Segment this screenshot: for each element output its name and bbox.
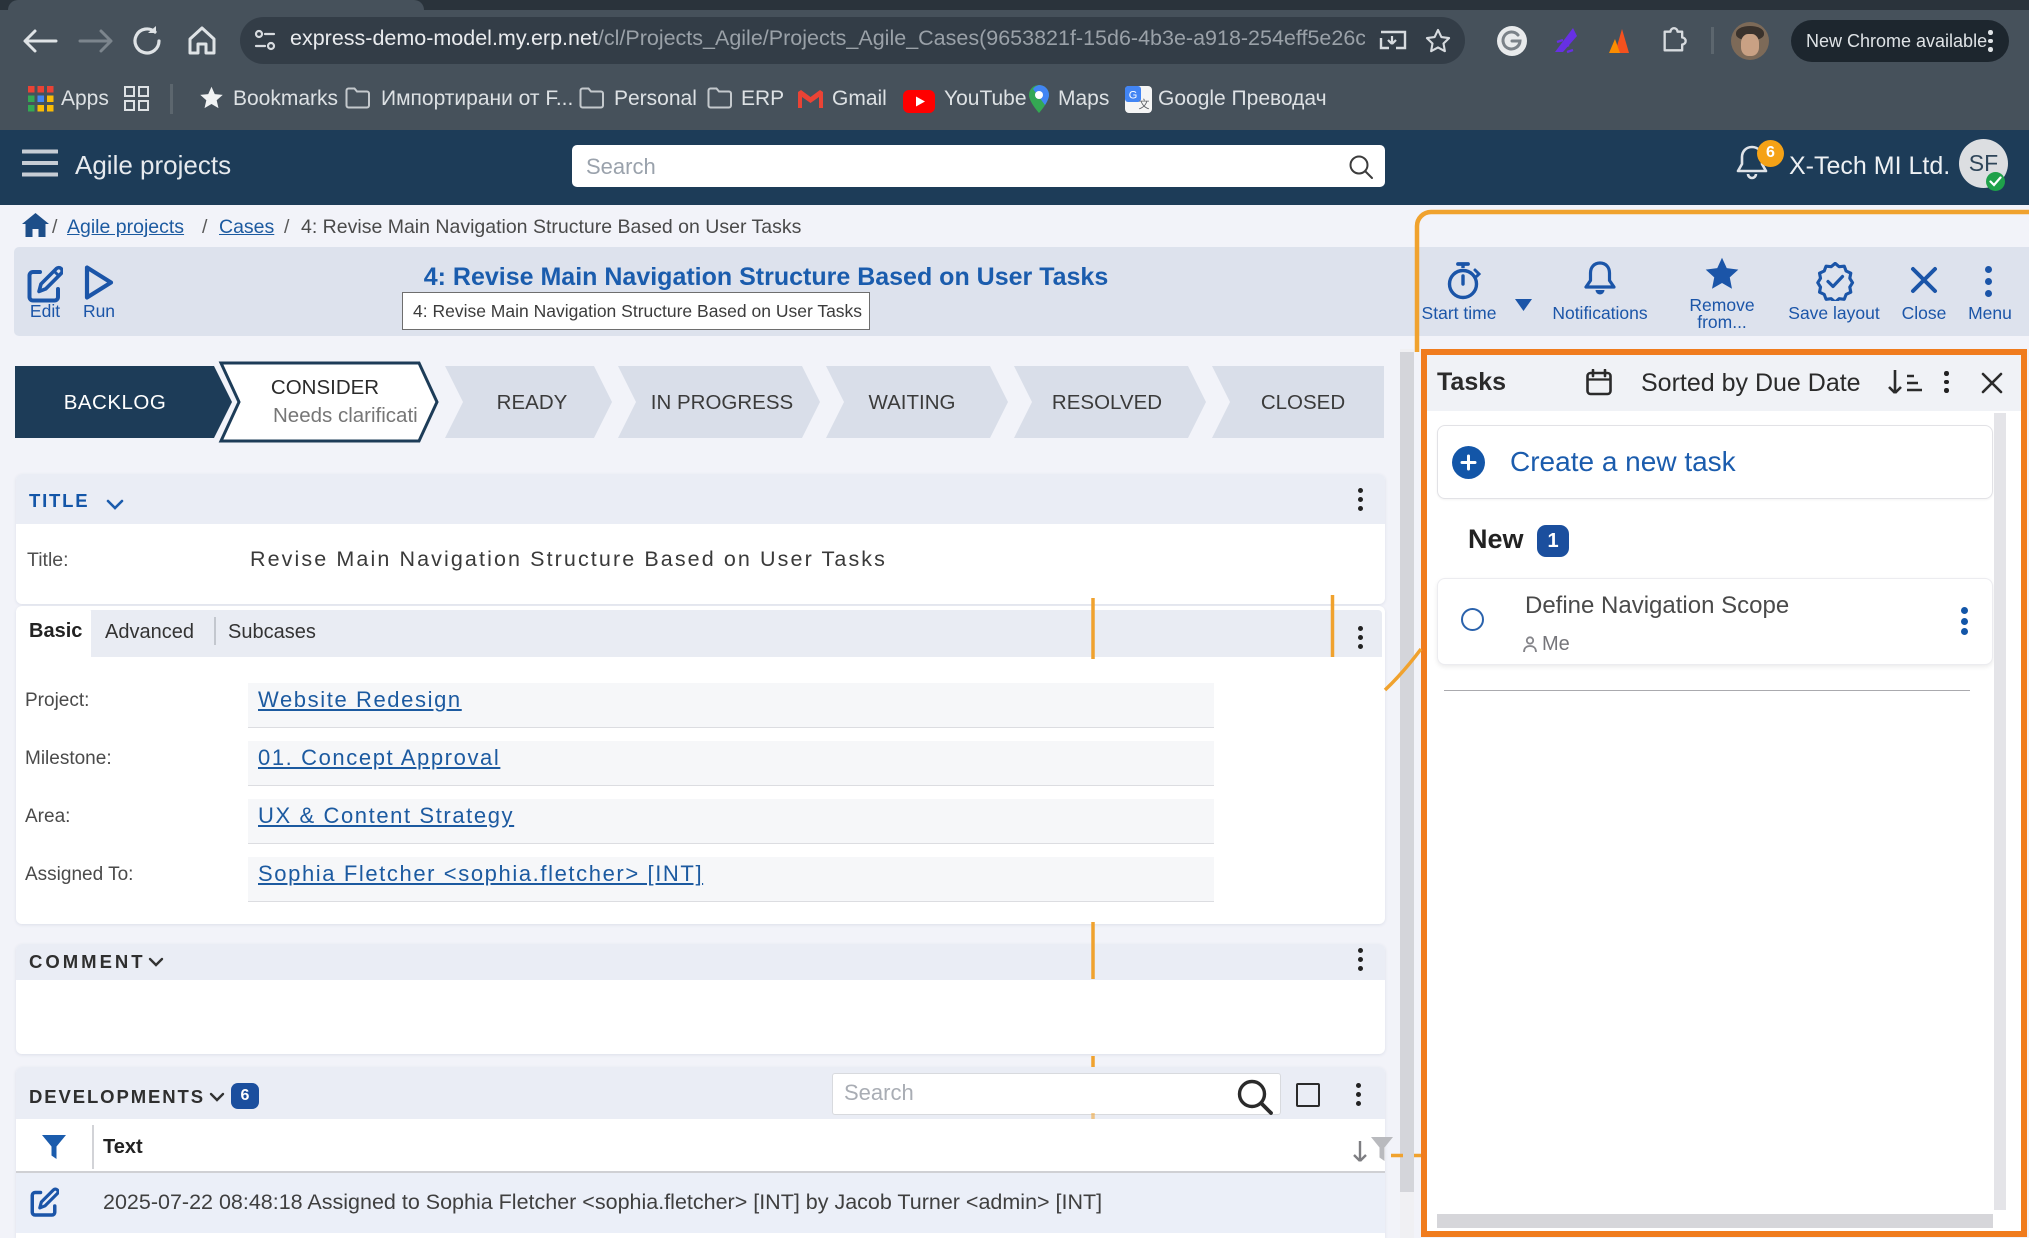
svg-text:G: G <box>1129 90 1138 102</box>
svg-text:CONSIDER: CONSIDER <box>271 376 379 399</box>
svg-text:WAITING: WAITING <box>869 391 956 414</box>
svg-text:CLOSED: CLOSED <box>1261 391 1345 414</box>
svg-text:Needs clarificati: Needs clarificati <box>273 404 418 427</box>
svg-text:READY: READY <box>497 391 568 414</box>
svg-text:文: 文 <box>1139 97 1150 111</box>
svg-text:IN PROGRESS: IN PROGRESS <box>651 391 793 414</box>
svg-text:BACKLOG: BACKLOG <box>64 391 167 414</box>
svg-text:RESOLVED: RESOLVED <box>1052 391 1162 414</box>
